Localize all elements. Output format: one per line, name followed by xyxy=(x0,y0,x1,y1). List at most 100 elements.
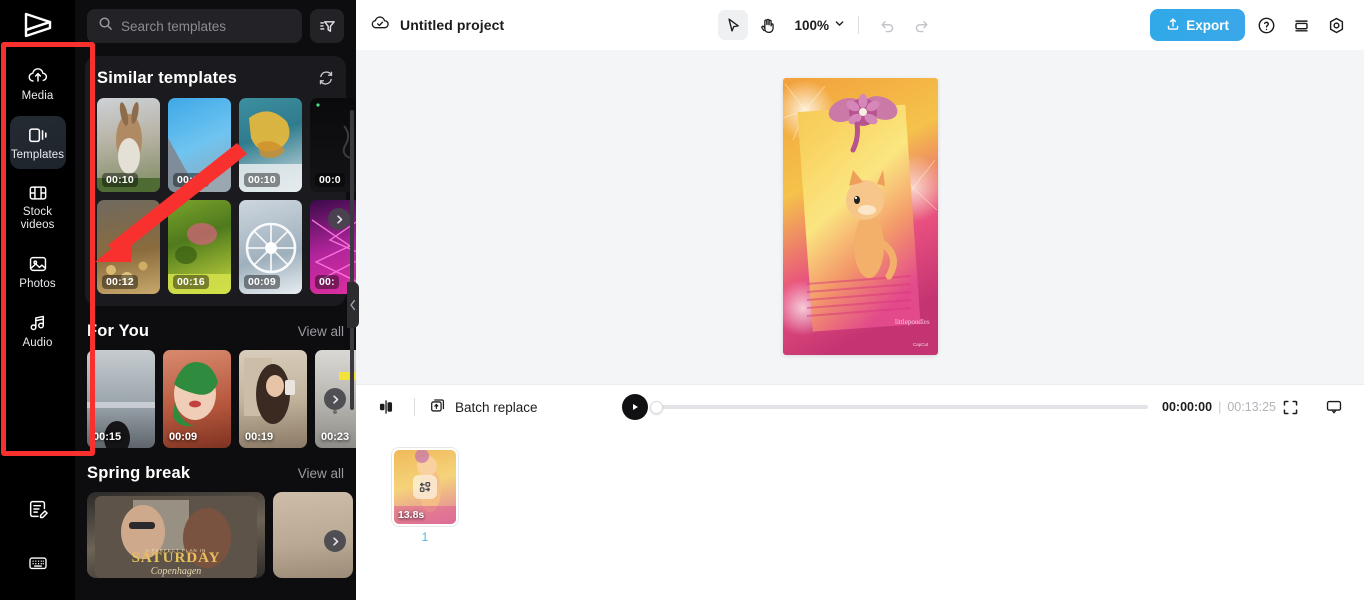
template-tile[interactable]: 00:10 xyxy=(168,98,231,192)
redo-icon[interactable] xyxy=(906,10,936,40)
keyboard-icon[interactable] xyxy=(23,548,53,578)
progress-knob[interactable] xyxy=(649,400,663,414)
panel-collapse-handle[interactable] xyxy=(347,282,359,328)
page-title[interactable]: Untitled project xyxy=(400,17,504,33)
template-duration: 00:10 xyxy=(244,173,280,187)
batch-replace-icon xyxy=(429,396,447,419)
svg-text:CapCut: CapCut xyxy=(913,342,929,347)
templates-panel: Similar templates xyxy=(75,0,356,600)
for-you-next-arrow[interactable] xyxy=(324,388,346,410)
zoom-control[interactable]: 100% xyxy=(794,16,845,34)
batch-replace-label: Batch replace xyxy=(455,399,538,415)
refresh-icon[interactable] xyxy=(316,68,336,88)
template-duration: 00:23 xyxy=(321,431,350,443)
template-duration: 00:10 xyxy=(102,173,138,187)
svg-text:A PERFECT PLAN IN: A PERFECT PLAN IN xyxy=(146,548,207,553)
progress-slider[interactable] xyxy=(649,400,1149,414)
search-icon xyxy=(98,16,113,36)
templates-icon xyxy=(26,125,50,145)
template-tile[interactable]: 00:10 xyxy=(97,98,160,192)
replace-media-icon[interactable] xyxy=(413,474,437,499)
image-icon xyxy=(27,254,49,274)
chevron-down-icon xyxy=(834,16,845,34)
template-tile[interactable]: 00:12 xyxy=(97,200,160,294)
batch-replace-button[interactable]: Batch replace xyxy=(429,396,538,419)
sidebar-item-photos[interactable]: Photos xyxy=(10,245,66,298)
template-tile[interactable]: 00:16 xyxy=(168,200,231,294)
fullscreen-icon[interactable] xyxy=(1276,393,1304,421)
sidebar-item-label: Stock videos xyxy=(20,206,55,231)
template-tile[interactable]: 00:09 xyxy=(163,350,231,448)
template-duration: 00:16 xyxy=(173,275,209,289)
hand-icon[interactable] xyxy=(752,10,782,40)
for-you-header: For You View all xyxy=(75,306,356,350)
template-duration: 00:10 xyxy=(173,173,209,187)
progress-track xyxy=(659,405,1149,409)
sidebar-item-label: Templates xyxy=(10,149,65,161)
template-duration: 00:09 xyxy=(244,275,280,289)
spring-break-header: Spring break View all xyxy=(75,448,356,492)
preview-stage[interactable]: littlepoodles CapCut xyxy=(356,50,1364,384)
undo-icon[interactable] xyxy=(872,10,902,40)
top-toolbar: Untitled project 100% Export xyxy=(356,0,1364,50)
stacked-layers-icon[interactable] xyxy=(1289,12,1315,38)
sidebar-item-stock-videos[interactable]: Stock videos xyxy=(10,175,66,239)
spring-break-view-all[interactable]: View all xyxy=(298,466,344,481)
template-duration: 00: xyxy=(315,275,339,289)
capcut-editor-window: Media Templates Stock videos Photos Audi… xyxy=(0,0,1364,600)
template-duration: 00:09 xyxy=(169,431,198,443)
spring-break-row[interactable]: SATURDAY A PERFECT PLAN IN Copenhagen xyxy=(75,492,356,578)
sidebar-item-templates[interactable]: Templates xyxy=(9,116,66,169)
template-tile[interactable]: 00:15 xyxy=(87,350,155,448)
for-you-view-all[interactable]: View all xyxy=(298,324,344,339)
cursor-arrow-icon[interactable] xyxy=(718,10,749,40)
settings-gear-icon[interactable] xyxy=(1324,12,1350,38)
sidebar-item-label: Media xyxy=(21,90,54,102)
timeline-toolbar: Batch replace 00:00:00 | 00:13:25 xyxy=(356,383,1364,430)
section-title: Spring break xyxy=(87,464,191,482)
export-button[interactable]: Export xyxy=(1150,9,1245,41)
toolbar-divider xyxy=(858,16,860,34)
clip-index: 1 xyxy=(421,531,429,544)
card-title: Similar templates xyxy=(97,68,238,87)
timeline-right-actions xyxy=(1276,393,1348,421)
sidebar-item-audio[interactable]: Audio xyxy=(10,304,66,357)
similar-templates-grid: 00:10 00:10 00:10 00:0 00:12 00:16 00:09… xyxy=(97,98,356,294)
for-you-strip: 00:15 00:09 00:19 00:23 xyxy=(87,350,356,448)
template-tile[interactable]: 00:10 xyxy=(239,98,302,192)
similar-templates-card: Similar templates 00:10 00:10 00:10 00:0… xyxy=(85,56,356,306)
monitor-icon[interactable] xyxy=(1320,393,1348,421)
video-preview[interactable]: littlepoodles CapCut xyxy=(782,78,938,356)
rail-bottom-tools xyxy=(0,494,75,592)
timeline-clip-group: 13.8s 1 xyxy=(392,447,458,544)
timeline-clip[interactable]: 13.8s xyxy=(392,447,458,526)
for-you-row[interactable]: 00:15 00:09 00:19 00:23 xyxy=(75,350,356,448)
notes-edit-icon[interactable] xyxy=(23,494,53,524)
template-duration: 00:15 xyxy=(93,431,122,443)
split-clip-icon[interactable] xyxy=(372,393,400,421)
svg-text:Copenhagen: Copenhagen xyxy=(151,566,202,577)
panel-search-bar xyxy=(75,0,356,50)
canvas-tools: 100% xyxy=(718,10,936,40)
panel-scrollbar[interactable] xyxy=(350,110,354,410)
filter-icon[interactable] xyxy=(310,9,344,43)
spring-break-next-arrow[interactable] xyxy=(324,530,346,552)
play-icon[interactable] xyxy=(621,394,648,420)
current-time: 00:00:00 xyxy=(1162,400,1213,414)
sidebar-item-media[interactable]: Media xyxy=(10,57,66,110)
search-box[interactable] xyxy=(87,9,302,43)
similar-next-arrow[interactable] xyxy=(328,208,350,230)
help-circle-icon[interactable] xyxy=(1254,12,1280,38)
template-tile[interactable]: SATURDAY A PERFECT PLAN IN Copenhagen xyxy=(87,492,265,578)
template-duration: 00:12 xyxy=(102,275,138,289)
capcut-logo-icon[interactable] xyxy=(20,9,56,41)
panel-scroll-area[interactable]: Similar templates 00:10 00:10 00:10 00:0… xyxy=(75,50,356,600)
search-input[interactable] xyxy=(121,18,291,34)
template-tile[interactable]: 00:09 xyxy=(239,200,302,294)
similar-templates-header: Similar templates xyxy=(97,68,336,88)
template-tile[interactable]: 00:19 xyxy=(239,350,307,448)
timeline-tracks[interactable]: 13.8s 1 xyxy=(356,429,1364,600)
clip-duration: 13.8s xyxy=(398,508,425,521)
left-rail: Media Templates Stock videos Photos Audi… xyxy=(0,0,75,600)
playback-controls: 00:00:00 | 00:13:25 xyxy=(621,394,1276,420)
